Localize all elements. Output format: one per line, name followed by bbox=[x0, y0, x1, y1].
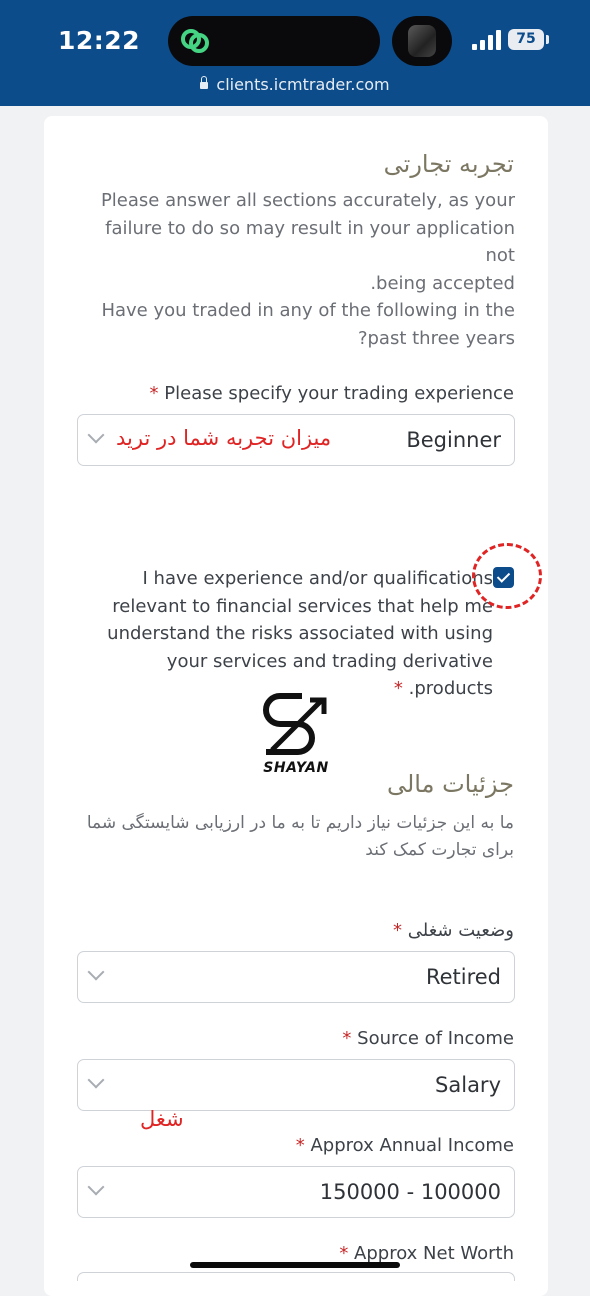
signal-icon bbox=[472, 30, 502, 50]
logo-text: SHAYAN bbox=[263, 760, 329, 776]
intro-line: ?past three years bbox=[357, 327, 515, 349]
annual-income-label: * Approx Annual Income bbox=[295, 1135, 514, 1156]
intro-line: Please answer all sections accurately, a… bbox=[100, 190, 515, 211]
home-indicator bbox=[190, 1262, 400, 1268]
camera-indicator bbox=[392, 16, 452, 66]
logo-mark-icon bbox=[263, 693, 327, 755]
employment-status-value: Retired bbox=[425, 965, 501, 989]
employment-status-label-text: * وضعیت شغلی bbox=[393, 920, 514, 941]
income-source-label: * Source of Income bbox=[342, 1028, 514, 1049]
annotation-job-note: شغل bbox=[140, 1107, 184, 1131]
annual-income-select[interactable]: 150000 - 100000 bbox=[77, 1166, 515, 1218]
chevron-down-icon bbox=[87, 963, 105, 981]
financial-intro-line: ما به این جزئیات نیاز داریم تا به ما در … bbox=[86, 813, 514, 833]
intro-line: Have you traded in any of the following … bbox=[101, 300, 515, 321]
url-text: clients.icmtrader.com bbox=[216, 75, 390, 94]
qualifications-line: I have experience and/or qualifications bbox=[142, 568, 493, 589]
financial-intro-line: برای تجارت کمک کند bbox=[365, 840, 514, 860]
lock-icon bbox=[200, 76, 209, 89]
trading-experience-label: * Please specify your trading experience bbox=[149, 383, 514, 404]
trading-experience-select[interactable]: میزان تجربه شما در ترید Beginner bbox=[77, 414, 515, 466]
trading-intro: Please answer all sections accurately, a… bbox=[80, 187, 515, 352]
status-bar: 12:22 75 clients.icmtrader.com bbox=[0, 0, 590, 106]
income-source-select[interactable]: Salary bbox=[77, 1059, 515, 1111]
financial-intro: ما به این جزئیات نیاز داریم تا به ما در … bbox=[76, 810, 514, 864]
annotation-experience-note: میزان تجربه شما در ترید bbox=[116, 426, 332, 450]
qualifications-text: I have experience and/or qualifications … bbox=[100, 565, 493, 703]
clock: 12:22 bbox=[58, 26, 141, 55]
required-mark: * bbox=[149, 383, 159, 404]
financial-details-heading: جزئیات مالی bbox=[386, 770, 514, 798]
employment-status-select[interactable]: Retired bbox=[77, 951, 515, 1003]
shayan-logo: SHAYAN bbox=[262, 692, 330, 778]
link-icon bbox=[181, 29, 209, 53]
chevron-down-icon bbox=[87, 1178, 105, 1196]
net-worth-label: * Approx Net Worth bbox=[339, 1243, 514, 1264]
address-bar[interactable]: clients.icmtrader.com bbox=[0, 75, 590, 94]
trading-experience-value: Beginner bbox=[406, 428, 501, 452]
battery-tip bbox=[546, 35, 549, 44]
qualifications-line: your services and trading derivative bbox=[166, 650, 493, 672]
trading-experience-heading: تجربه تجارتی bbox=[383, 150, 514, 178]
battery-indicator: 75 bbox=[508, 29, 544, 50]
intro-line: failure to do so may result in your appl… bbox=[105, 217, 515, 267]
annotation-circle bbox=[472, 543, 542, 609]
qualifications-line: understand the risks associated with usi… bbox=[107, 623, 493, 644]
dynamic-island bbox=[168, 16, 380, 66]
annual-income-value: 150000 - 100000 bbox=[319, 1180, 501, 1204]
qualifications-line: relevant to financial services that help… bbox=[112, 595, 493, 617]
chevron-down-icon bbox=[87, 1071, 105, 1089]
intro-line: .being accepted bbox=[370, 272, 515, 294]
chevron-down-icon bbox=[87, 426, 105, 444]
income-source-value: Salary bbox=[435, 1073, 501, 1097]
